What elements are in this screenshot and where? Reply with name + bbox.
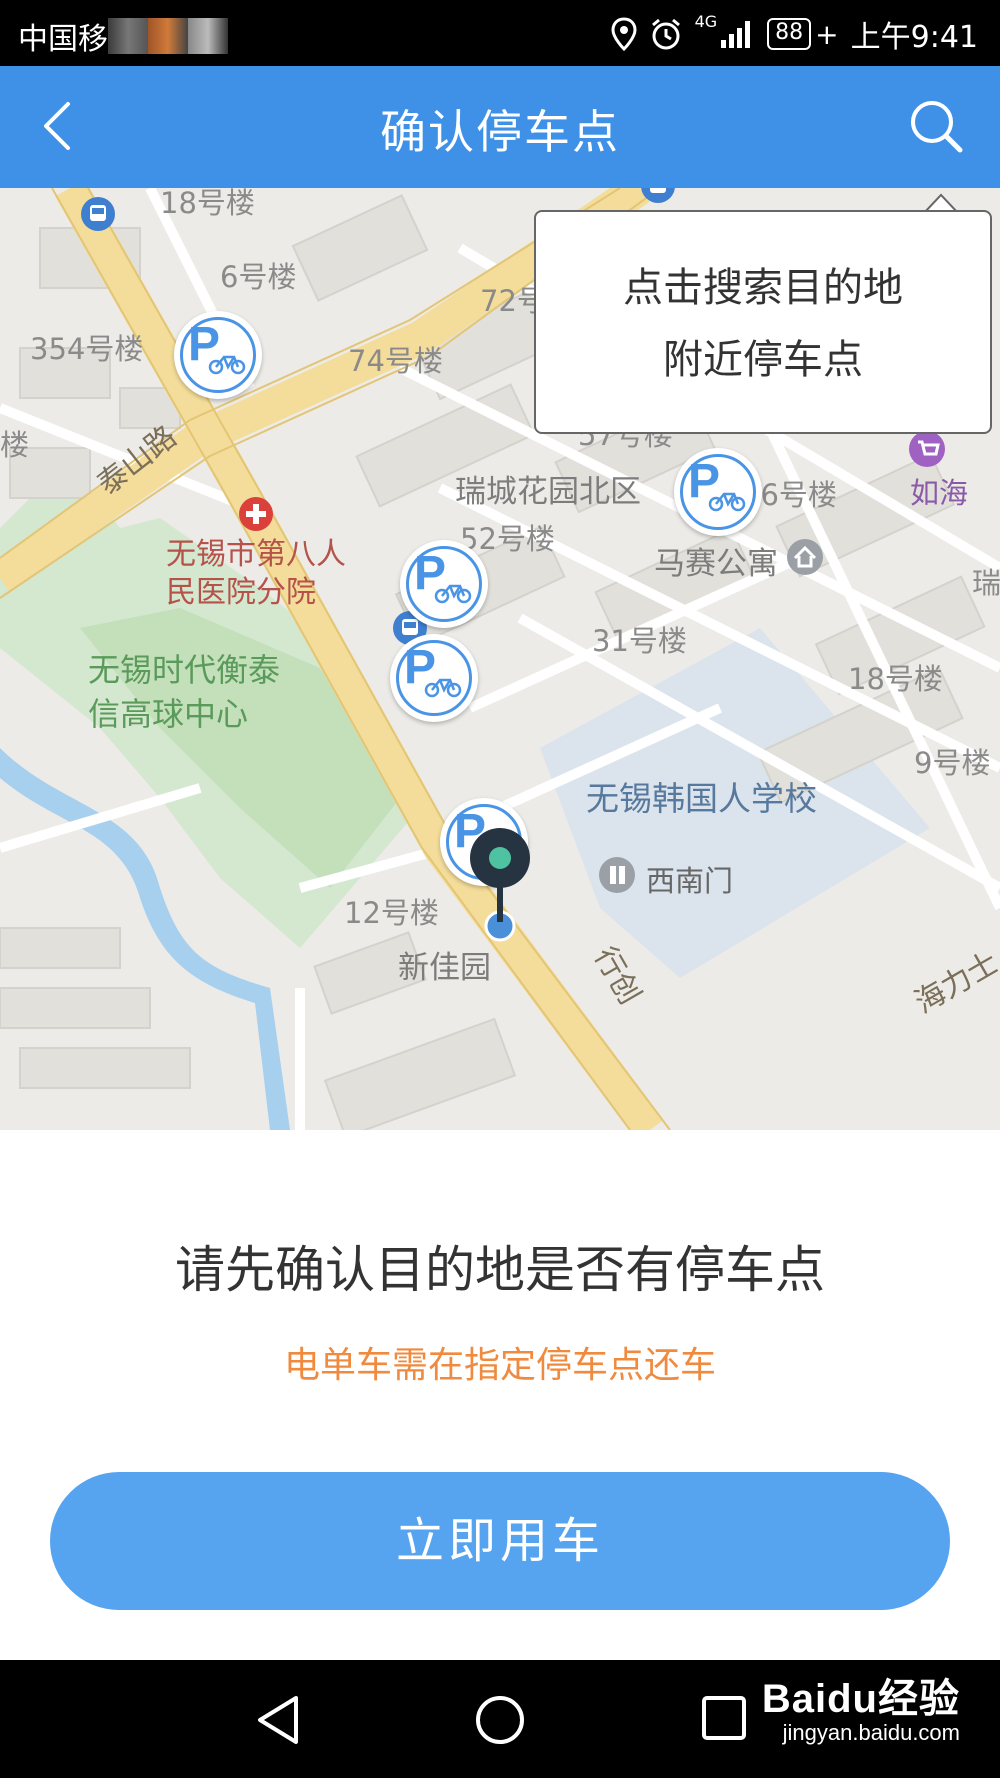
confirm-panel: 请先确认目的地是否有停车点 电单车需在指定停车点还车 立即用车 — [0, 1130, 1000, 1660]
watermark: Baidu经验 jingyan.baidu.com — [762, 1666, 960, 1746]
map-label: 12号楼 — [344, 896, 439, 930]
map-label-school: 无锡韩国人学校 — [586, 779, 817, 818]
map-label: 354号楼 — [30, 332, 144, 366]
current-location-pin-icon — [470, 828, 530, 942]
battery-indicator: 88 + — [767, 17, 839, 51]
parking-marker[interactable]: P — [390, 634, 478, 722]
signal-icon — [721, 21, 751, 48]
parking-marker[interactable]: P — [400, 540, 488, 628]
alarm-icon — [651, 18, 680, 50]
watermark-sub: jingyan.baidu.com — [782, 1720, 960, 1745]
map-label: 瑞 — [972, 566, 1000, 600]
map-label: 9号楼 — [914, 746, 991, 780]
map-label: 西南门 — [646, 864, 734, 898]
shopping-icon[interactable] — [908, 430, 946, 468]
parking-bike-icon — [424, 678, 462, 698]
square-recent-icon[interactable] — [700, 1694, 748, 1742]
hospital-icon[interactable] — [238, 496, 274, 532]
parking-bike-icon — [208, 355, 246, 375]
golf-line: 信高球中心 — [88, 695, 249, 733]
panel-note: 电单车需在指定停车点还车 — [283, 1345, 716, 1386]
map-label: 楼 — [0, 428, 30, 462]
map-label: 31号楼 — [592, 624, 687, 658]
watermark-main: Baidu经验 — [761, 1677, 960, 1721]
parking-bike-icon — [434, 584, 472, 604]
map-label: 如海 — [910, 476, 969, 510]
blurred-region — [148, 18, 188, 54]
use-bike-button[interactable]: 立即用车 — [50, 1472, 950, 1610]
circle-home-icon[interactable] — [474, 1694, 526, 1746]
app-header: 确认停车点 — [0, 66, 1000, 188]
hospital-line: 民医院分院 — [166, 575, 316, 610]
status-time: 上午9:41 — [850, 20, 978, 55]
tooltip-line: 附近停车点 — [663, 337, 863, 383]
map-label-hospital: 无锡市第八人 民医院分院 — [166, 536, 346, 612]
map-label: 马赛公寓 — [654, 546, 778, 582]
location-icon — [611, 17, 637, 51]
hospital-line: 无锡市第八人 — [166, 537, 346, 572]
search-icon — [911, 101, 963, 153]
map-label: 18号楼 — [848, 662, 943, 696]
status-bar: 中国移 4G 88 + 上午9:41 — [0, 0, 1000, 66]
status-right: 4G 88 + 上午9:41 — [611, 12, 978, 56]
triangle-back-icon[interactable] — [254, 1694, 302, 1746]
search-button[interactable] — [906, 96, 966, 156]
carrier-label: 中国移 — [18, 22, 108, 57]
map-label: 新佳园 — [398, 950, 491, 986]
blurred-region — [108, 18, 148, 54]
map-label: 74号楼 — [348, 344, 443, 378]
page-title: 确认停车点 — [380, 105, 620, 159]
map-label-golf: 无锡时代衡泰 信高球中心 — [88, 648, 280, 736]
status-left: 中国移 — [18, 14, 228, 58]
blurred-region — [188, 18, 228, 54]
search-hint-tooltip[interactable]: 点击搜索目的地 附近停车点 — [534, 210, 992, 434]
parking-marker[interactable]: P — [674, 448, 762, 536]
system-nav-bar: Baidu经验 jingyan.baidu.com — [0, 1660, 1000, 1778]
map-label: 18号楼 — [160, 188, 255, 220]
parking-marker[interactable]: P — [174, 311, 262, 399]
parking-bike-icon — [708, 492, 746, 512]
map-label: 瑞城花园北区 — [455, 474, 641, 510]
charging-icon: + — [815, 17, 839, 51]
map-label: 6号楼 — [220, 260, 297, 294]
gate-icon[interactable] — [598, 856, 636, 894]
golf-line: 无锡时代衡泰 — [88, 651, 281, 689]
bus-stop-icon[interactable] — [640, 188, 676, 204]
network-label: 4G — [694, 12, 718, 31]
bus-stop-icon[interactable] — [80, 196, 116, 232]
battery-level: 88 — [767, 18, 812, 50]
panel-title: 请先确认目的地是否有停车点 — [175, 1241, 825, 1299]
tooltip-line: 点击搜索目的地 — [623, 265, 903, 311]
residence-icon[interactable] — [786, 538, 824, 576]
